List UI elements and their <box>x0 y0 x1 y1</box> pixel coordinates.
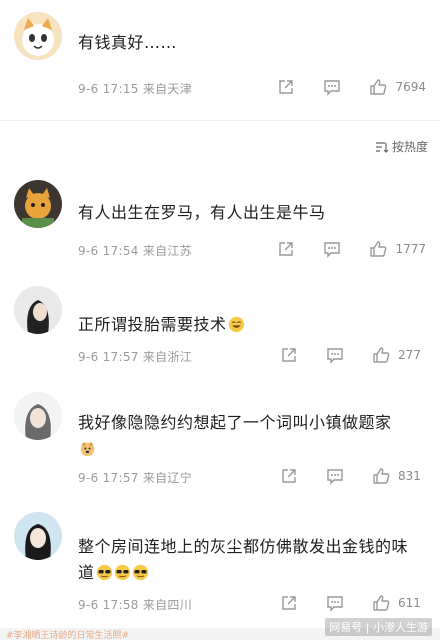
comment-date: 9-6 17:54 <box>78 244 139 258</box>
comment-location: 来自浙江 <box>142 350 193 364</box>
comment-meta: 9-6 17:15 来自天津 <box>78 80 192 97</box>
comment-actions: 7694 <box>277 78 426 96</box>
share-icon <box>282 469 296 483</box>
comment-icon <box>324 80 341 96</box>
like-count: 277 <box>398 348 421 362</box>
comment-actions: 277 <box>280 346 426 364</box>
like-button[interactable]: 7694 <box>369 78 426 96</box>
sort-label: 按热度 <box>391 140 428 154</box>
share-icon <box>282 596 296 610</box>
comment-location: 来自辽宁 <box>142 471 193 485</box>
comment-date: 9-6 17:15 <box>78 82 139 96</box>
comment-text: 正所谓投胎需要技术 <box>78 312 418 338</box>
sunglasses-emoji-icon <box>132 564 148 581</box>
avatar[interactable] <box>14 392 62 440</box>
share-icon <box>279 80 294 94</box>
comment-text-content: 正所谓投胎需要技术 <box>78 315 227 334</box>
watermark: 网易号 | 小渗人生游 <box>325 618 432 636</box>
sunglasses-emoji-icon <box>96 564 112 581</box>
share-icon <box>279 242 294 256</box>
comment-meta: 9-6 17:57 来自浙江 <box>78 348 192 365</box>
like-count: 1777 <box>395 242 426 256</box>
comment-text-content: 我好像隐隐约约想起了一个词叫小镇做题家 <box>78 413 392 432</box>
comment-icon <box>327 469 343 485</box>
avatar[interactable] <box>14 286 62 334</box>
comment-actions: 831 <box>280 467 426 485</box>
share-icon <box>282 348 296 362</box>
person-avatar-icon <box>14 392 62 440</box>
person-avatar-icon <box>14 286 62 334</box>
comment-location: 来自天津 <box>142 82 193 96</box>
cat-avatar-icon <box>14 12 62 60</box>
comment-text: 有人出生在罗马，有人出生是牛马 <box>78 203 326 222</box>
comment-actions: 1777 <box>277 240 426 258</box>
comment-text: 有钱真好…… <box>78 33 178 52</box>
thumbs-up-icon <box>373 347 390 363</box>
cartoon-avatar-icon <box>14 180 62 228</box>
share-button[interactable] <box>280 346 298 364</box>
comment-date: 9-6 17:58 <box>78 598 139 612</box>
comment-meta: 9-6 17:58 来自四川 <box>78 596 192 613</box>
share-button[interactable] <box>280 467 298 485</box>
laughing-emoji-icon <box>228 316 244 333</box>
avatar[interactable] <box>14 512 62 560</box>
like-count: 7694 <box>395 80 426 94</box>
topic-hashtag[interactable]: #李湘晒王诗龄的日常生活照# <box>6 628 129 641</box>
comment-location: 来自江苏 <box>142 244 193 258</box>
comment-date: 9-6 17:57 <box>78 471 139 485</box>
share-button[interactable] <box>277 78 295 96</box>
avatar[interactable] <box>14 12 62 60</box>
reply-button[interactable] <box>326 467 344 485</box>
thumbs-up-icon <box>373 468 390 484</box>
comment-meta: 9-6 17:57 来自辽宁 <box>78 469 192 486</box>
like-button[interactable]: 831 <box>372 467 426 485</box>
avatar[interactable] <box>14 180 62 228</box>
like-button[interactable]: 1777 <box>369 240 426 258</box>
thumbs-up-icon <box>370 241 387 257</box>
like-button[interactable]: 277 <box>372 346 426 364</box>
reply-button[interactable] <box>326 346 344 364</box>
comment-location: 来自四川 <box>142 598 193 612</box>
comment-text: 整个房间连地上的灰尘都仿佛散发出金钱的味道 <box>78 534 418 586</box>
like-button[interactable]: 611 <box>372 594 426 612</box>
comment-icon <box>327 348 343 364</box>
comment-text: 我好像隐隐约约想起了一个词叫小镇做题家 <box>78 410 418 462</box>
comment-meta: 9-6 17:54 来自江苏 <box>78 242 192 259</box>
comment-icon <box>327 596 343 612</box>
thumbs-up-icon <box>373 595 390 611</box>
section-divider <box>0 120 440 121</box>
share-button[interactable] <box>277 240 295 258</box>
sort-icon <box>375 141 389 153</box>
sunglasses-emoji-icon <box>114 564 130 581</box>
comment-icon <box>324 242 341 258</box>
thumbs-up-icon <box>370 79 387 95</box>
like-count: 611 <box>398 596 421 610</box>
reply-button[interactable] <box>323 78 341 96</box>
comment-date: 9-6 17:57 <box>78 350 139 364</box>
sort-toggle[interactable]: 按热度 <box>375 138 428 155</box>
reply-button[interactable] <box>323 240 341 258</box>
like-count: 831 <box>398 469 421 483</box>
person-avatar-icon <box>14 512 62 560</box>
comment-actions: 611 <box>280 594 426 612</box>
dog-emoji-icon <box>80 441 95 457</box>
share-button[interactable] <box>280 594 298 612</box>
reply-button[interactable] <box>326 594 344 612</box>
